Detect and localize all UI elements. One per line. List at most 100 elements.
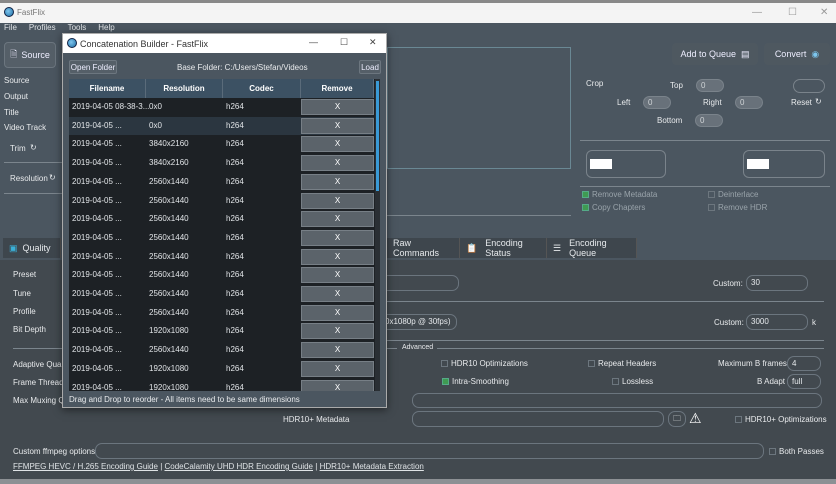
table-row[interactable]: 2019-04-05 ... 1920x1080 h264 X xyxy=(69,322,374,341)
remove-metadata-checkbox[interactable]: Remove Metadata xyxy=(582,190,657,199)
remove-hdr-checkbox[interactable]: Remove HDR xyxy=(708,203,767,212)
menu-help[interactable]: Help xyxy=(98,23,114,32)
reset-icon[interactable]: ↻ xyxy=(30,143,37,152)
crop-bottom-input[interactable]: 0 xyxy=(695,114,723,127)
max-bframes-input[interactable]: 4 xyxy=(787,356,821,371)
menu-tools[interactable]: Tools xyxy=(68,23,87,32)
column-header-filename[interactable]: Filename xyxy=(69,79,146,98)
trim-label[interactable]: Trim xyxy=(10,144,26,153)
tab-raw-commands[interactable]: Raw Commands xyxy=(387,238,460,258)
convert-button[interactable]: Convert ◉ xyxy=(764,43,830,65)
table-row[interactable]: 2019-04-05 ... 3840x2160 h264 X xyxy=(69,154,374,173)
remove-row-button[interactable]: X xyxy=(301,379,374,391)
remove-row-button[interactable]: X xyxy=(301,360,374,377)
crop-reset-label[interactable]: Reset xyxy=(791,98,812,107)
crop-right-input[interactable]: 0 xyxy=(735,96,763,109)
codec-cell: h264 xyxy=(226,345,244,355)
remove-row-button[interactable]: X xyxy=(301,155,374,172)
remove-row-button[interactable]: X xyxy=(301,117,374,134)
video-track-label: Video Track xyxy=(4,123,47,132)
remove-row-button[interactable]: X xyxy=(301,342,374,359)
hdr10-optimizations-checkbox[interactable]: HDR10 Optimizations xyxy=(441,359,528,368)
table-row[interactable]: 2019-04-05 ... 1920x1080 h264 X xyxy=(69,379,374,391)
menu-file[interactable]: File xyxy=(4,23,17,32)
crf-select[interactable] xyxy=(380,275,459,291)
remove-row-button[interactable]: X xyxy=(301,304,374,321)
maximize-icon[interactable]: ☐ xyxy=(340,37,348,48)
table-row[interactable]: 2019-04-05 ... 0x0 h264 X xyxy=(69,116,374,136)
table-row[interactable]: 2019-04-05 ... 2560x1440 h264 X xyxy=(69,285,374,304)
scrollbar-track[interactable] xyxy=(375,79,380,391)
table-row[interactable]: 2019-04-05 ... 2560x1440 h264 X xyxy=(69,210,374,229)
remove-row-button[interactable]: X xyxy=(301,267,374,284)
add-to-queue-button[interactable]: Add to Queue ▤ xyxy=(672,43,758,65)
deinterlace-checkbox[interactable]: Deinterlace xyxy=(708,190,758,199)
both-passes-checkbox[interactable]: Both Passes xyxy=(769,447,824,456)
table-row[interactable]: 2019-04-05 ... 1920x1080 h264 X xyxy=(69,360,374,379)
copy-chapters-checkbox[interactable]: Copy Chapters xyxy=(582,203,645,212)
lossless-checkbox[interactable]: Lossless xyxy=(612,377,653,386)
thumbnail-left-button[interactable] xyxy=(586,150,666,178)
table-row[interactable]: 2019-04-05 ... 2560x1440 h264 X xyxy=(69,173,374,192)
resolution-label[interactable]: Resolution xyxy=(10,174,48,183)
codecalamity-guide-link[interactable]: CodeCalamity UHD HDR Encoding Guide xyxy=(165,462,314,471)
table-row[interactable]: 2019-04-05 ... 2560x1440 h264 X xyxy=(69,266,374,285)
table-row[interactable]: 2019-04-05 ... 2560x1440 h264 X xyxy=(69,248,374,267)
remove-row-button[interactable]: X xyxy=(301,323,374,340)
minimize-icon[interactable]: — xyxy=(752,7,762,18)
hdr10plus-metadata-input[interactable] xyxy=(412,411,664,427)
table-row[interactable]: 2019-04-05 ... 2560x1440 h264 X xyxy=(69,229,374,248)
menu-profiles[interactable]: Profiles xyxy=(29,23,56,32)
hdr10plus-optimizations-checkbox[interactable]: HDR10+ Optimizations xyxy=(735,415,827,424)
ffmpeg-hevc-guide-link[interactable]: FFMPEG HEVC / H.265 Encoding Guide xyxy=(13,462,158,471)
tab-quality[interactable]: ▣ Quality xyxy=(3,238,61,258)
column-header-remove[interactable]: Remove xyxy=(301,79,374,98)
column-header-resolution[interactable]: Resolution xyxy=(146,79,223,98)
custom-bitrate-input[interactable]: 3000 xyxy=(746,314,808,330)
remove-row-button[interactable]: X xyxy=(301,99,374,115)
remove-row-button[interactable]: X xyxy=(301,173,374,190)
tab-encoding-status[interactable]: 📋 Encoding Status xyxy=(460,238,547,258)
hdr10plus-extraction-link[interactable]: HDR10+ Metadata Extraction xyxy=(320,462,424,471)
source-button[interactable]: 🗎 Source xyxy=(4,42,56,68)
load-button[interactable]: Load xyxy=(359,60,381,74)
tab-quality-label: Quality xyxy=(22,243,51,253)
thumbnail-right-button[interactable] xyxy=(743,150,825,178)
custom-crf-input[interactable]: 30 xyxy=(746,275,808,291)
custom-ffmpeg-input[interactable] xyxy=(95,443,764,459)
remove-row-button[interactable]: X xyxy=(301,211,374,228)
codec-cell: h264 xyxy=(226,307,244,317)
table-row[interactable]: 2019-04-05 ... 2560x1440 h264 X xyxy=(69,192,374,211)
crop-top-input[interactable]: 0 xyxy=(696,79,724,92)
remove-row-button[interactable]: X xyxy=(301,286,374,302)
intra-smoothing-checkbox[interactable]: Intra-Smoothing xyxy=(442,377,509,386)
bitrate-select[interactable]: 0x1080p @ 30fps) xyxy=(380,314,457,330)
table-row[interactable]: 2019-04-05 08-38-3... 0x0 h264 X xyxy=(69,98,374,117)
close-icon[interactable]: ✕ xyxy=(369,37,377,48)
b-adapt-select[interactable]: full xyxy=(787,374,821,389)
remove-row-button[interactable]: X xyxy=(301,229,374,246)
auto-crop-button[interactable] xyxy=(793,79,825,93)
reset-icon[interactable]: ↻ xyxy=(815,97,822,106)
remove-row-button[interactable]: X xyxy=(301,192,374,209)
resolution-cell: 2560x1440 xyxy=(149,195,189,205)
table-row[interactable]: 2019-04-05 ... 3840x2160 h264 X xyxy=(69,135,374,154)
profile-label: Profile xyxy=(13,307,36,316)
maximize-icon[interactable]: ☐ xyxy=(788,7,797,18)
close-icon[interactable]: ✕ xyxy=(820,7,828,18)
scrollbar-thumb[interactable] xyxy=(376,81,379,191)
remove-row-button[interactable]: X xyxy=(301,248,374,265)
table-row[interactable]: 2019-04-05 ... 2560x1440 h264 X xyxy=(69,304,374,323)
table-row[interactable]: 2019-04-05 ... 2560x1440 h264 X xyxy=(69,341,374,360)
tab-encoding-queue[interactable]: ☰ Encoding Queue xyxy=(547,238,637,258)
browse-folder-button[interactable]: 🗀 xyxy=(668,411,686,427)
open-folder-button[interactable]: Open Folder xyxy=(69,60,117,74)
minimize-icon[interactable]: — xyxy=(309,37,318,47)
reset-icon[interactable]: ↻ xyxy=(49,173,56,182)
repeat-headers-checkbox[interactable]: Repeat Headers xyxy=(588,359,656,368)
crop-left-input[interactable]: 0 xyxy=(643,96,671,109)
remove-row-button[interactable]: X xyxy=(301,136,374,153)
codec-cell: h264 xyxy=(226,139,244,149)
column-header-codec[interactable]: Codec xyxy=(223,79,301,98)
x265-params-input[interactable] xyxy=(412,393,822,408)
